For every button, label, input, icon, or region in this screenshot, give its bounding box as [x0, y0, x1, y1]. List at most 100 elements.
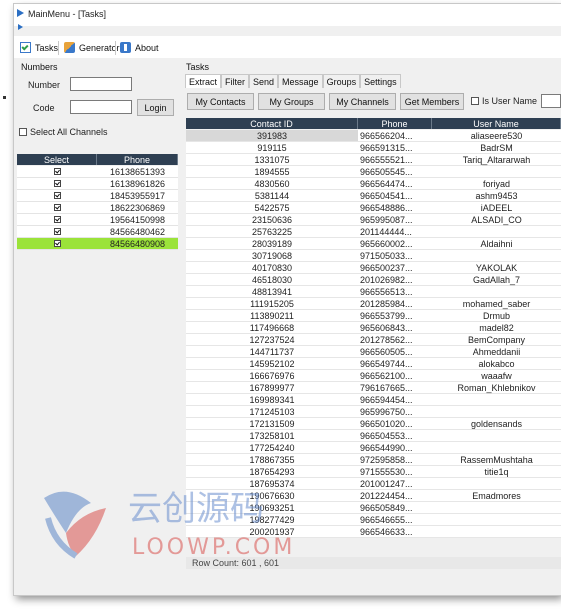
task-row[interactable]: 198277429 966546655... [186, 514, 561, 526]
task-row[interactable]: 171245103 965996750... [186, 406, 561, 418]
task-row[interactable]: 117496668 965606843... madel82 [186, 322, 561, 334]
task-row[interactable]: 919115 966591315... BadrSM [186, 142, 561, 154]
task-row[interactable]: 200201937 966546633... [186, 526, 561, 538]
task-row[interactable]: 4830560 966564474... foriyad [186, 178, 561, 190]
tasks-icon [20, 42, 31, 53]
task-row[interactable]: 145952102 966549744... alokabco [186, 358, 561, 370]
generator-menu-button[interactable]: Generator [64, 40, 120, 55]
task-row[interactable]: 127237524 201278562... BemCompany [186, 334, 561, 346]
is-user-name-checkbox[interactable] [471, 97, 479, 105]
contact-id-cell: 23150636 [251, 214, 293, 225]
phone-cell: 971555530... [360, 466, 413, 477]
task-row[interactable]: 46518030 201026982... GadAllah_7 [186, 274, 561, 286]
task-row[interactable]: 1894555 966505545... [186, 166, 561, 178]
my-groups-button[interactable]: My Groups [258, 93, 325, 110]
tab-message[interactable]: Message [278, 74, 323, 88]
contact-id-cell: 187695374 [249, 478, 295, 489]
task-row[interactable]: 190693251 966505849... [186, 502, 561, 514]
number-input[interactable] [70, 77, 132, 91]
tab-send[interactable]: Send [249, 74, 279, 88]
user-name-cell [432, 478, 561, 489]
tab-settings[interactable]: Settings [360, 74, 401, 88]
task-row[interactable]: 190676630 201224454... Emadmores [186, 490, 561, 502]
task-row[interactable]: 166676976 966562100... waaafw [186, 370, 561, 382]
number-row[interactable]: 18453955917 [17, 190, 178, 202]
user-name-cell: Aldaihni [480, 238, 513, 249]
number-row-selected[interactable]: 84566480908 [17, 238, 178, 250]
user-name-cell [432, 250, 561, 261]
numbers-heading: Numbers [21, 62, 58, 72]
phone-cell: 966591315... [360, 142, 413, 153]
select-all-checkbox[interactable] [19, 128, 27, 136]
row-checkbox[interactable] [53, 204, 61, 211]
task-row[interactable]: 25763225 201144444... [186, 226, 561, 238]
task-row[interactable]: 111915205 201285984... mohamed_saber [186, 298, 561, 310]
tab-extract[interactable]: Extract [185, 74, 222, 88]
my-contacts-button[interactable]: My Contacts [187, 93, 254, 110]
number-row[interactable]: 19564150998 [17, 214, 178, 226]
contact-id-cell: 28039189 [251, 238, 293, 249]
task-row[interactable]: 28039189 965660002... Aldaihni [186, 238, 561, 250]
task-row[interactable]: 144711737 966560505... Ahmeddanii [186, 346, 561, 358]
contact-id-cell: 167899977 [249, 382, 295, 393]
task-row[interactable]: 187695374 201001247... [186, 478, 561, 490]
task-row[interactable]: 391983 966566204... aliaseere530 [186, 130, 561, 142]
contact-id-column-header[interactable]: Contact ID [186, 118, 358, 129]
task-row[interactable]: 1331075 966555521... Tariq_Altararwah [186, 154, 561, 166]
contact-id-cell: 145952102 [249, 358, 295, 369]
row-checkbox[interactable] [53, 192, 61, 199]
number-row[interactable]: 16138961826 [17, 178, 178, 190]
login-button[interactable]: Login [137, 99, 174, 116]
number-row[interactable]: 16138651393 [17, 166, 178, 178]
contact-id-cell: 172131509 [249, 418, 295, 429]
task-row[interactable]: 40170830 966500237... YAKOLAK [186, 262, 561, 274]
task-row[interactable]: 178867355 972595858... RassemMushtaha [186, 454, 561, 466]
user-name-column-header[interactable]: User Name [432, 118, 561, 129]
my-channels-button[interactable]: My Channels [329, 93, 396, 110]
contact-id-cell: 173258101 [249, 430, 295, 441]
generator-icon [64, 42, 75, 53]
task-row[interactable]: 30719068 971505033... [186, 250, 561, 262]
tasks-menu-label: Tasks [35, 42, 59, 53]
task-row[interactable]: 167899977 796167665... Roman_Khlebnikov [186, 382, 561, 394]
code-label: Code [33, 103, 55, 113]
user-name-cell [432, 286, 561, 297]
user-name-cell [432, 406, 561, 417]
phone-cell: 965660002... [360, 238, 413, 249]
task-row[interactable]: 5422575 966548886... iADEEL [186, 202, 561, 214]
tab-groups[interactable]: Groups [322, 74, 361, 88]
about-menu-button[interactable]: About [120, 40, 159, 55]
task-row[interactable]: 5381144 966504541... ashm9453 [186, 190, 561, 202]
task-row[interactable]: 177254240 966544990... [186, 442, 561, 454]
task-row[interactable]: 172131509 966501020... goldensands [186, 418, 561, 430]
task-row[interactable]: 23150636 965995087... ALSADI_CO [186, 214, 561, 226]
task-row[interactable]: 113890211 966553799... Drmub [186, 310, 561, 322]
row-checkbox[interactable] [53, 228, 61, 235]
phone-cell: 201278562... [360, 334, 413, 345]
title-bar: MainMenu - [Tasks] [14, 4, 561, 26]
tasks-menu-button[interactable]: Tasks [20, 40, 58, 55]
task-row[interactable]: 173258101 966504553... [186, 430, 561, 442]
user-name-cell: Ahmeddanii [472, 346, 521, 357]
user-name-cell: BadrSM [480, 142, 513, 153]
code-input[interactable] [70, 100, 132, 114]
task-row[interactable]: 48813941 966556513... [186, 286, 561, 298]
number-row[interactable]: 84566480462 [17, 226, 178, 238]
row-checkbox[interactable] [53, 168, 61, 175]
phone-cell: 971505033... [360, 250, 413, 261]
tab-filter[interactable]: Filter [221, 74, 250, 88]
row-checkbox[interactable] [53, 180, 61, 187]
phone-cell: 966566204... [360, 130, 413, 141]
select-column-header[interactable]: Select [17, 154, 97, 165]
row-checkbox[interactable] [53, 216, 61, 223]
contact-id-cell: 169989341 [249, 394, 295, 405]
task-row[interactable]: 187654293 971555530... titie1q [186, 466, 561, 478]
phone-column-header[interactable]: Phone [97, 154, 178, 165]
row-checkbox[interactable] [53, 240, 61, 247]
phone-column-header[interactable]: Phone [358, 118, 432, 129]
get-members-button[interactable]: Get Members [400, 93, 464, 110]
task-row[interactable]: 169989341 966594454... [186, 394, 561, 406]
user-name-cell [432, 442, 561, 453]
number-row[interactable]: 18622306869 [17, 202, 178, 214]
user-name-input[interactable] [541, 94, 561, 108]
